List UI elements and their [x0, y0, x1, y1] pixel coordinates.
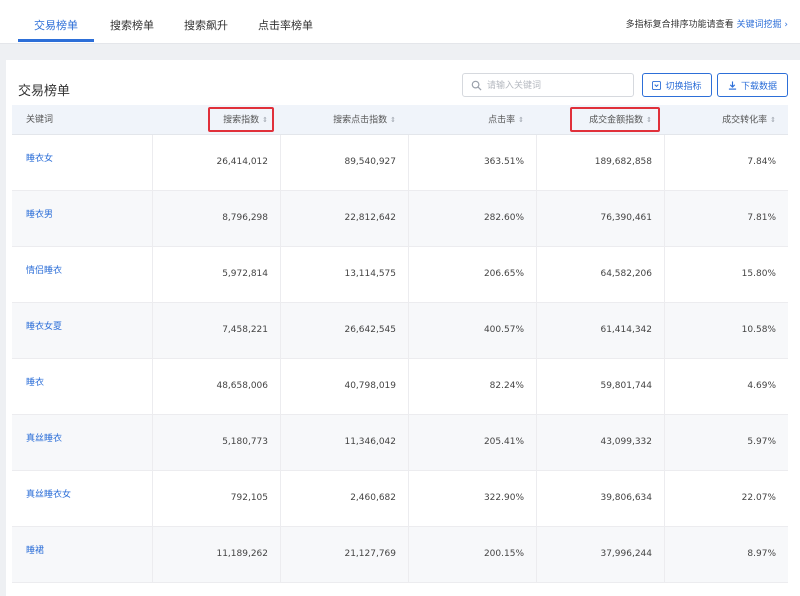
keyword-link[interactable]: 情侣睡衣	[26, 263, 62, 276]
cell-gmv-index: 39,806,634	[600, 493, 652, 503]
cell-cvr: 22.07%	[741, 493, 776, 503]
keyword-link[interactable]: 睡衣女夏	[26, 319, 62, 332]
keyword-link[interactable]: 真丝睡衣	[26, 431, 62, 444]
highlight-box-gmv-index	[570, 107, 660, 132]
keyword-link[interactable]: 睡衣女	[26, 151, 53, 164]
cell-search-index: 5,972,814	[222, 269, 268, 279]
switch-metric-label: 切换指标	[665, 81, 702, 92]
table-row: 情侣睡衣 5,972,814 13,114,575 206.65% 64,582,206…	[12, 247, 788, 303]
filter-icon	[652, 80, 662, 90]
sort-icon: ⇕	[390, 116, 396, 124]
search-box[interactable]	[462, 73, 634, 97]
cell-gmv-index: 59,801,744	[600, 381, 652, 391]
table-header: 关键词 搜索指数 ⇕ 搜索点击指数 ⇕ 点击率 ⇕ 成交金额指数 ⇕ 成交转化率 ⇕	[12, 105, 788, 135]
cell-click-index: 89,540,927	[344, 157, 396, 167]
cell-gmv-index: 43,099,332	[600, 437, 652, 447]
keyword-link[interactable]: 睡衣	[26, 375, 44, 388]
cell-ctr: 400.57%	[483, 325, 524, 335]
cell-click-index: 26,642,545	[344, 325, 396, 335]
cell-gmv-index: 189,682,858	[594, 157, 652, 167]
active-tab-indicator	[18, 39, 94, 42]
cell-cvr: 7.81%	[747, 213, 776, 223]
table-row: 真丝睡衣女 792,105 2,460,682 322.90% 39,806,634 22…	[12, 471, 788, 527]
cell-cvr: 5.97%	[747, 437, 776, 447]
tab-trade-ranking[interactable]: 交易榜单	[34, 17, 78, 33]
hint-text: 多指标复合排序功能请查看	[625, 20, 734, 30]
ranking-table: 关键词 搜索指数 ⇕ 搜索点击指数 ⇕ 点击率 ⇕ 成交金额指数 ⇕ 成交转化率 ⇕ 睡衣…	[12, 105, 788, 583]
highlight-box-search-index	[208, 107, 274, 132]
download-label: 下载数据	[740, 81, 777, 92]
cell-search-index: 26,414,012	[216, 157, 268, 167]
cell-gmv-index: 76,390,461	[600, 213, 652, 223]
search-icon	[471, 80, 482, 91]
cell-click-index: 21,127,769	[344, 549, 396, 559]
panel-title: 交易榜单	[18, 84, 71, 99]
table-row: 睡裙 11,189,262 21,127,769 200.15% 37,996,244 8…	[12, 527, 788, 583]
tab-ctr-ranking[interactable]: 点击率榜单	[258, 17, 313, 33]
tab-search-ranking[interactable]: 搜索榜单	[110, 17, 154, 33]
cell-click-index: 13,114,575	[344, 269, 396, 279]
cell-cvr: 7.84%	[747, 157, 776, 167]
sort-icon: ⇕	[770, 116, 776, 124]
cell-ctr: 205.41%	[483, 437, 524, 447]
cell-ctr: 200.15%	[483, 549, 524, 559]
cell-search-index: 11,189,262	[216, 549, 268, 559]
cell-cvr: 15.80%	[741, 269, 776, 279]
cell-search-index: 8,796,298	[222, 213, 268, 223]
sort-icon: ⇕	[518, 116, 524, 124]
cell-click-index: 40,798,019	[344, 381, 396, 391]
col-keyword: 关键词	[26, 115, 54, 125]
cell-ctr: 363.51%	[483, 157, 524, 167]
cell-cvr: 10.58%	[741, 325, 776, 335]
keyword-link[interactable]: 真丝睡衣女	[26, 487, 71, 500]
cell-gmv-index: 37,996,244	[600, 549, 652, 559]
cell-search-index: 792,105	[230, 493, 268, 503]
search-input[interactable]	[487, 77, 627, 94]
table-body: 睡衣女 26,414,012 89,540,927 363.51% 189,682,85…	[12, 135, 788, 583]
table-row: 睡衣男 8,796,298 22,812,642 282.60% 76,390,461 7…	[12, 191, 788, 247]
cell-ctr: 82.24%	[489, 381, 524, 391]
download-data-button[interactable]: 下载数据	[717, 73, 788, 97]
col-click-index[interactable]: 搜索点击指数 ⇕	[280, 105, 396, 135]
cell-gmv-index: 64,582,206	[600, 269, 652, 279]
col-cvr[interactable]: 成交转化率 ⇕	[664, 105, 776, 135]
tab-search-rising[interactable]: 搜索飙升	[184, 17, 228, 33]
table-row: 睡衣女 26,414,012 89,540,927 363.51% 189,682,85…	[12, 135, 788, 191]
cell-gmv-index: 61,414,342	[600, 325, 652, 335]
cell-cvr: 4.69%	[747, 381, 776, 391]
top-tab-bar: 交易榜单 搜索榜单 搜索飙升 点击率榜单 多指标复合排序功能请查看 关键词挖掘 …	[0, 0, 800, 44]
keyword-link[interactable]: 睡衣男	[26, 207, 53, 220]
download-icon	[728, 80, 737, 90]
cell-click-index: 11,346,042	[344, 437, 396, 447]
top-right-hint: 多指标复合排序功能请查看 关键词挖掘 ›	[626, 17, 788, 30]
col-ctr[interactable]: 点击率 ⇕	[408, 105, 524, 135]
cell-ctr: 206.65%	[483, 269, 524, 279]
table-row: 睡衣 48,658,006 40,798,019 82.24% 59,801,744 4.…	[12, 359, 788, 415]
ranking-panel: 交易榜单 切换指标 下载数据 关键词 搜索指数⇕	[6, 60, 800, 596]
keyword-mining-link[interactable]: 关键词挖掘 ›	[737, 20, 788, 30]
cell-click-index: 22,812,642	[344, 213, 396, 223]
cell-click-index: 2,460,682	[350, 493, 396, 503]
table-row: 睡衣女夏 7,458,221 26,642,545 400.57% 61,414,342…	[12, 303, 788, 359]
cell-ctr: 322.90%	[483, 493, 524, 503]
cell-ctr: 282.60%	[483, 213, 524, 223]
table-row: 真丝睡衣 5,180,773 11,346,042 205.41% 43,099,332…	[12, 415, 788, 471]
keyword-link[interactable]: 睡裙	[26, 543, 44, 556]
cell-cvr: 8.97%	[747, 549, 776, 559]
switch-metric-button[interactable]: 切换指标	[642, 73, 712, 97]
cell-search-index: 48,658,006	[216, 381, 268, 391]
cell-search-index: 5,180,773	[222, 437, 268, 447]
cell-search-index: 7,458,221	[222, 325, 268, 335]
